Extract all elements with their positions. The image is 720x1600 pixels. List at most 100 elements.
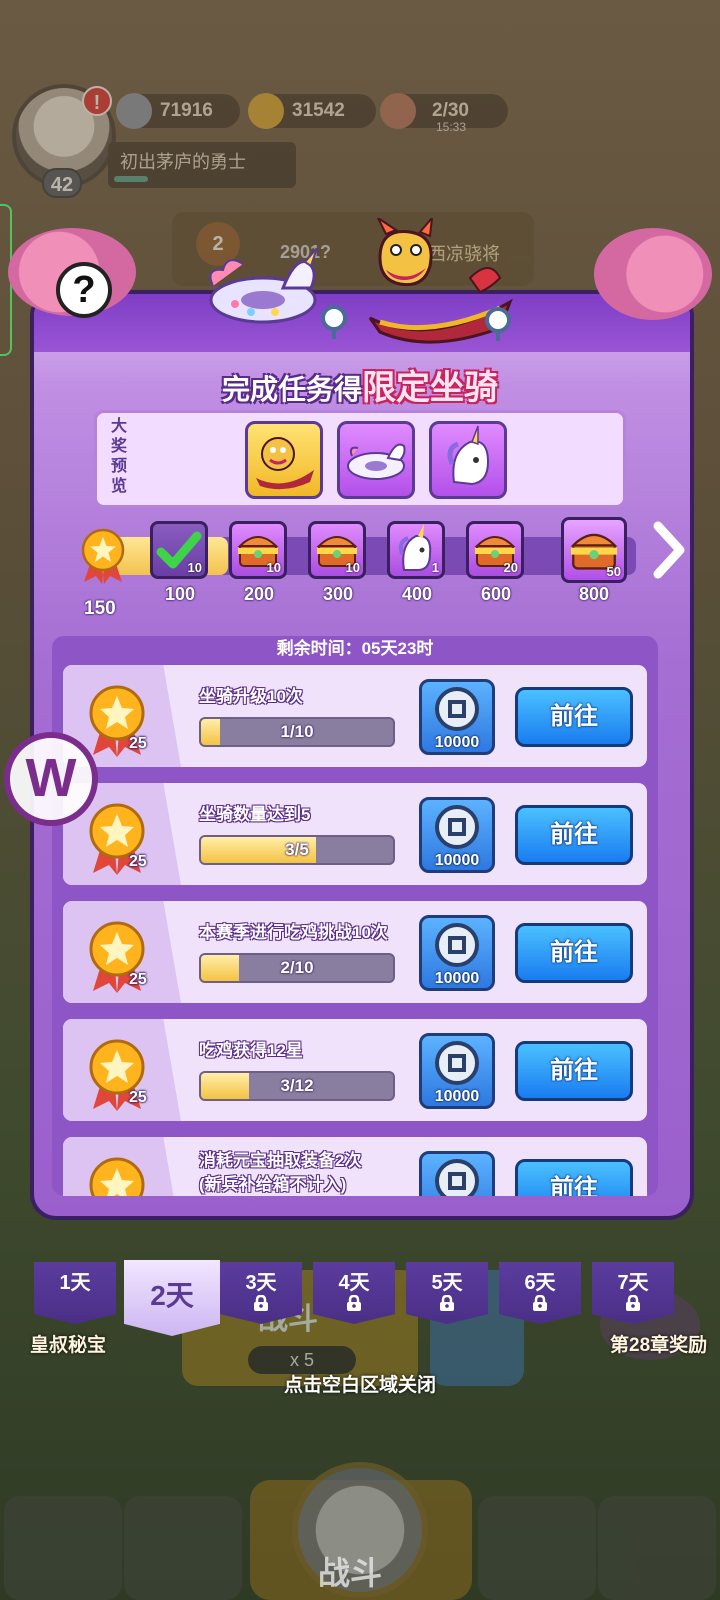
task-progress-bar: 1/10 bbox=[199, 717, 395, 747]
coin-amount: 10000 bbox=[434, 734, 480, 751]
day-tab-label: 5天 bbox=[431, 1272, 463, 1294]
watermark-logo: W bbox=[4, 732, 98, 826]
task-points: 25 bbox=[129, 735, 147, 752]
milestone-800[interactable]: 50 bbox=[561, 517, 627, 583]
milestone-value: 300 bbox=[322, 584, 354, 604]
day-tab-7[interactable]: 7天 bbox=[592, 1262, 674, 1324]
milestone-value: 600 bbox=[480, 584, 512, 604]
milestone-200[interactable]: 10 bbox=[229, 521, 287, 579]
task-reward-coins[interactable]: 10000 bbox=[419, 679, 495, 755]
close-hint: 点击空白区域关闭 bbox=[283, 1375, 436, 1396]
day-tab-2[interactable]: 2天 bbox=[124, 1260, 220, 1336]
title-xp-bar bbox=[114, 176, 148, 182]
unicorn-float-mount-icon bbox=[209, 248, 318, 324]
day-tab-4[interactable]: 4天 bbox=[313, 1262, 395, 1324]
go-button[interactable]: 前往 bbox=[515, 1159, 633, 1196]
task-row: 25 坐骑升级10次 1/10 10000 前往 bbox=[60, 662, 650, 770]
avatar-alert-badge: ! bbox=[82, 86, 112, 116]
milestone-value: 100 bbox=[164, 584, 196, 604]
left-feature-label[interactable]: 皇叔秘宝 bbox=[30, 1330, 106, 1357]
prize-unicorn-float[interactable] bbox=[337, 421, 415, 499]
lock-icon bbox=[626, 1295, 640, 1311]
task-name-line1: 消耗元宝抽取装备2次 bbox=[199, 1151, 362, 1170]
task-row: 25消耗元宝抽取装备2次(新兵补给箱不计入)10000前往 bbox=[60, 1134, 650, 1196]
go-button[interactable]: 前往 bbox=[515, 805, 633, 865]
silver-resource[interactable]: 71916 bbox=[116, 93, 240, 129]
task-reward-coins[interactable]: 10000 bbox=[419, 797, 495, 873]
day-tab-label: 4天 bbox=[338, 1272, 370, 1294]
day-tab-label: 3天 bbox=[245, 1272, 277, 1294]
milestone-count: 10 bbox=[266, 560, 281, 575]
nav-equipment[interactable] bbox=[124, 1496, 242, 1600]
help-button[interactable]: ? bbox=[56, 262, 112, 318]
task-row: 25 坐骑数量达到5 3/5 10000 前往 bbox=[60, 780, 650, 888]
day-tab-5[interactable]: 5天 bbox=[406, 1262, 488, 1324]
chevron-right-icon[interactable] bbox=[648, 518, 688, 582]
current-points: 150 bbox=[84, 598, 116, 619]
go-button[interactable]: 前往 bbox=[515, 687, 633, 747]
milestone-100[interactable]: 10 bbox=[150, 521, 208, 579]
silver-coin-icon bbox=[435, 687, 479, 731]
stamina-timer: 15:33 bbox=[436, 120, 467, 134]
task-name-line1: 坐骑数量达到5 bbox=[199, 805, 311, 824]
star-medal-icon bbox=[81, 528, 125, 584]
day-tab-label: 7天 bbox=[617, 1272, 649, 1294]
task-name: 消耗元宝抽取装备2次 (新兵补给箱不计入) bbox=[199, 1149, 361, 1196]
task-name: 坐骑数量达到5 bbox=[199, 803, 310, 827]
task-points: 25 bbox=[129, 853, 147, 870]
day-tab-label: 1天 bbox=[59, 1272, 91, 1294]
coin-amount: 10000 bbox=[434, 852, 480, 869]
day-tab-6[interactable]: 6天 bbox=[499, 1262, 581, 1324]
task-list[interactable]: 剩余时间：05天23时 25 坐骑升级10次 1/10 10000 前往 25 坐骑数量达到… bbox=[52, 636, 658, 1196]
gold-amount: 31542 bbox=[292, 100, 345, 121]
day-tab-1[interactable]: 1天 bbox=[34, 1262, 116, 1324]
silver-coin-icon bbox=[435, 1159, 479, 1196]
prize-dragon-boat[interactable] bbox=[245, 421, 323, 499]
go-button[interactable]: 前往 bbox=[515, 1041, 633, 1101]
task-name-line2: (新兵补给箱不计入) bbox=[199, 1175, 347, 1194]
blossom-tree-right bbox=[594, 228, 712, 320]
gold-ingot-icon bbox=[248, 93, 284, 129]
milestone-400[interactable]: 1 bbox=[387, 521, 445, 579]
milestone-300[interactable]: 10 bbox=[308, 521, 366, 579]
task-reward-coins[interactable]: 10000 bbox=[419, 1033, 495, 1109]
grand-prize-preview: 大奖预览 bbox=[94, 410, 626, 508]
task-reward-coins[interactable]: 10000 bbox=[419, 915, 495, 991]
task-reward-coins[interactable]: 10000 bbox=[419, 1151, 495, 1196]
go-button[interactable]: 前往 bbox=[515, 923, 633, 983]
nav-shop[interactable] bbox=[4, 1496, 122, 1600]
milestone-value: 400 bbox=[401, 584, 433, 604]
meat-icon bbox=[380, 93, 416, 129]
stamina-amount: 2/30 bbox=[432, 100, 469, 121]
player-title-bar: 初出茅庐的勇士 bbox=[108, 142, 296, 188]
prize-unicorn-mount[interactable] bbox=[429, 421, 507, 499]
right-feature-label[interactable]: 第28章奖励 bbox=[610, 1330, 707, 1357]
task-progress-bar: 3/5 bbox=[199, 835, 395, 865]
milestone-600[interactable]: 20 bbox=[466, 521, 524, 579]
day-tab-3[interactable]: 3天 bbox=[220, 1262, 302, 1324]
lock-icon bbox=[440, 1295, 454, 1311]
location-pin-icon bbox=[485, 307, 511, 341]
gold-resource[interactable]: 31542 bbox=[248, 93, 376, 129]
task-name: 坐骑升级10次 bbox=[199, 685, 303, 709]
remaining-time: 剩余时间：05天23时 bbox=[276, 639, 434, 658]
modal-title-part1: 完成任务得 bbox=[221, 374, 362, 405]
milestone-value: 200 bbox=[243, 584, 275, 604]
task-progress-bar: 3/12 bbox=[199, 1071, 395, 1101]
lock-icon bbox=[533, 1295, 547, 1311]
milestone-value: 800 bbox=[578, 584, 610, 604]
nav-upgrade[interactable] bbox=[598, 1496, 716, 1600]
nav-mount[interactable] bbox=[478, 1496, 596, 1600]
task-progress-text: 2/10 bbox=[280, 958, 314, 977]
modal-title-highlight: 限定坐骑 bbox=[362, 369, 498, 407]
silver-amount: 71916 bbox=[160, 100, 213, 121]
dragon-icon bbox=[256, 437, 314, 490]
unicorn-float-icon bbox=[347, 443, 406, 480]
silver-coin-icon bbox=[435, 1041, 479, 1085]
day-tab-label: 2天 bbox=[150, 1280, 194, 1311]
task-points: 25 bbox=[129, 971, 147, 988]
lock-icon bbox=[347, 1295, 361, 1311]
task-name: 吃鸡获得12星 bbox=[199, 1039, 303, 1063]
task-progress-bar: 2/10 bbox=[199, 953, 395, 983]
task-name-line1: 吃鸡获得12星 bbox=[199, 1041, 303, 1060]
